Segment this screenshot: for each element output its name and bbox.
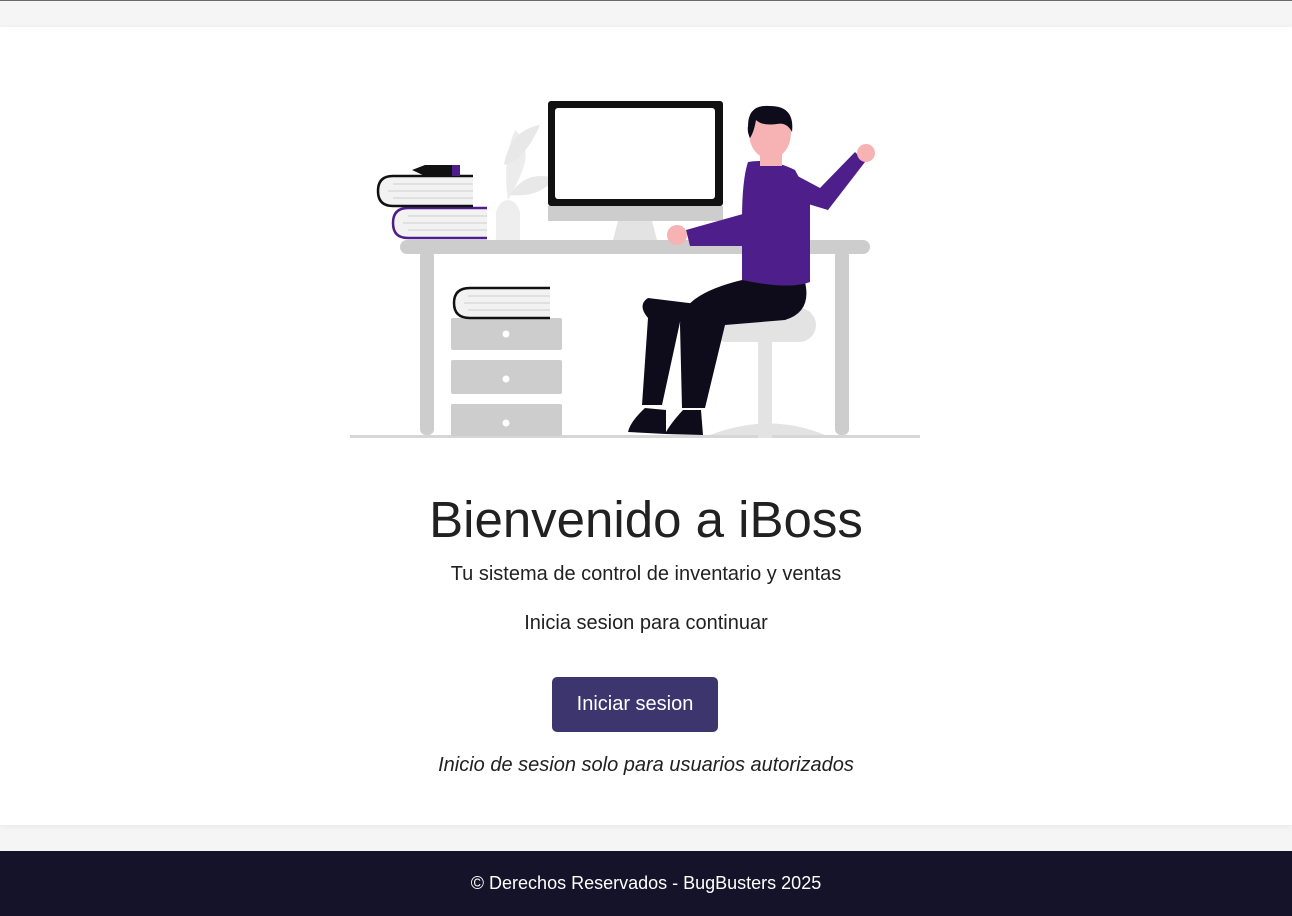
footer: © Derechos Reservados - BugBusters 2025: [0, 851, 1292, 916]
login-prompt: Inicia sesion para continuar: [524, 612, 768, 634]
page-subtitle: Tu sistema de control de inventario y ve…: [450, 563, 842, 585]
footer-copyright: © Derechos Reservados - BugBusters 2025: [470, 873, 822, 893]
authorized-users-note: Inicio de sesion solo para usuarios auto…: [438, 754, 854, 776]
top-divider: [0, 0, 1292, 1]
page-title: Bienvenido a iBoss: [429, 491, 863, 548]
person-at-desk-illustration: [350, 101, 920, 438]
login-button[interactable]: Iniciar sesion: [552, 677, 718, 732]
